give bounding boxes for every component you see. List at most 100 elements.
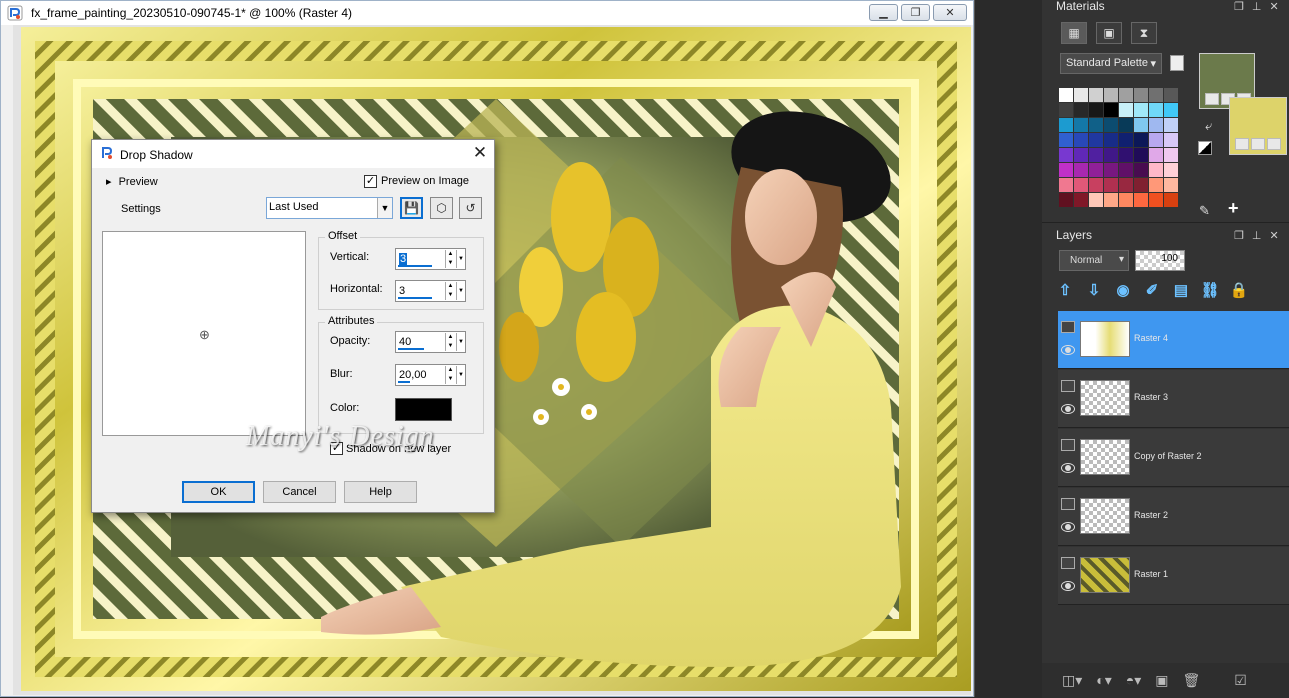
preview-toggle[interactable]: ▸ Preview [106,175,158,188]
new-adjustment-layer-icon[interactable]: ◐▾ [1096,672,1111,689]
dialog-titlebar[interactable]: Drop Shadow ✕ [92,140,494,168]
eye-icon[interactable] [1061,581,1075,591]
color-swatch-cell[interactable] [1074,193,1088,207]
spin-arrows-icon[interactable]: ▲ ▼ [445,366,455,384]
color-swatch-cell[interactable] [1104,133,1118,147]
ok-button[interactable]: OK [182,481,255,503]
color-swatch-cell[interactable] [1059,163,1073,177]
default-colors-icon[interactable] [1198,141,1212,155]
color-swatch-cell[interactable] [1119,118,1133,132]
close-icon[interactable]: ✕ [1269,0,1278,13]
color-swatch-cell[interactable] [1074,133,1088,147]
color-swatch-cell[interactable] [1134,88,1148,102]
rainbow-tab[interactable]: ▣ [1096,22,1122,44]
color-swatch-cell[interactable] [1059,133,1073,147]
color-swatch-cell[interactable] [1059,103,1073,117]
randomize-button[interactable]: ⬡ [430,197,453,219]
chevron-down-icon[interactable]: ▼ [456,250,465,268]
color-swatch-cell[interactable] [1089,178,1103,192]
color-swatch-cell[interactable] [1164,163,1178,177]
layer-row-copy-of-raster-2[interactable]: Copy of Raster 2 [1058,429,1289,487]
chevron-down-icon[interactable]: ▼ [456,333,465,351]
new-layer-icon[interactable]: ◫▾ [1062,672,1082,689]
color-swatch-cell[interactable] [1119,103,1133,117]
mask-layer-icon[interactable]: ◓▾ [1126,672,1141,689]
layer-row-raster-2[interactable]: Raster 2 [1058,488,1289,546]
color-swatch-cell[interactable] [1089,193,1103,207]
color-swatch-cell[interactable] [1134,118,1148,132]
color-swatch-cell[interactable] [1104,118,1118,132]
color-swatch-cell[interactable] [1149,133,1163,147]
color-swatch-cell[interactable] [1119,163,1133,177]
color-swatch-cell[interactable] [1164,178,1178,192]
color-swatch-cell[interactable] [1164,88,1178,102]
horizontal-spinner[interactable]: 3 ▲ ▼ ▼ [395,280,466,302]
spin-arrows-icon[interactable]: ▲ ▼ [445,250,455,268]
brush-icon[interactable]: ✐ [1143,281,1161,299]
delete-layer-icon[interactable]: 🗑 [1182,672,1200,689]
visibility-icon[interactable]: ◉ [1114,281,1132,299]
horizontal-value[interactable]: 3 [399,285,405,297]
layer-row-raster-4[interactable]: Raster 4 [1058,311,1289,369]
chevron-down-icon[interactable]: ▼ [456,282,465,300]
color-swatch-cell[interactable] [1119,88,1133,102]
opacity-slider-bar[interactable] [398,348,424,350]
color-swatch-cell[interactable] [1149,148,1163,162]
reset-button[interactable]: ↺ [459,197,482,219]
color-swatch-cell[interactable] [1119,133,1133,147]
add-swatch-icon[interactable]: + [1228,198,1239,219]
opacity-value[interactable]: 40 [399,336,411,348]
swap-colors-icon[interactable]: ⤶ [1205,118,1212,134]
color-swatch-cell[interactable] [1104,88,1118,102]
color-swatch-cell[interactable] [1149,178,1163,192]
cancel-button[interactable]: Cancel [263,481,336,503]
color-swatch-cell[interactable] [1119,148,1133,162]
layer-opacity-field[interactable]: 100 [1135,250,1185,271]
color-swatch-cell[interactable] [1149,193,1163,207]
color-swatch-cell[interactable] [1089,148,1103,162]
move-up-icon[interactable]: ⇧ [1056,281,1074,299]
color-swatch-cell[interactable] [1059,88,1073,102]
layer-properties-icon[interactable]: ☑ [1234,672,1247,689]
color-swatch-cell[interactable] [1059,118,1073,132]
color-swatch-cell[interactable] [1089,88,1103,102]
minimize-button[interactable]: ▁ [869,4,898,21]
layer-row-raster-1[interactable]: Raster 1 [1058,547,1289,605]
eyedropper-icon[interactable]: ✎ [1199,203,1210,219]
eye-icon[interactable] [1061,463,1075,473]
palette-dropdown[interactable]: Standard Palette ▾ [1060,53,1162,74]
blur-spinner[interactable]: 20,00 ▲ ▼ ▼ [395,364,466,386]
background-style-buttons[interactable] [1235,138,1281,150]
color-swatch-grid[interactable] [1059,88,1178,207]
close-dialog-button[interactable]: ✕ [470,144,490,164]
color-swatch-cell[interactable] [1104,178,1118,192]
color-swatch-cell[interactable] [1074,118,1088,132]
color-swatch-cell[interactable] [1119,178,1133,192]
palette-menu-icon[interactable] [1170,55,1184,71]
group-icon[interactable]: ▣ [1155,672,1168,689]
vertical-value[interactable]: 3 [399,253,408,265]
chevron-down-icon[interactable]: ▼ [456,366,465,384]
help-button[interactable]: Help [344,481,417,503]
preset-dropdown[interactable]: Last Used ▼ [266,197,393,219]
restore-button[interactable]: ❐ [901,4,930,21]
close-window-button[interactable]: ✕ [933,4,967,21]
color-swatch-cell[interactable] [1119,193,1133,207]
color-swatch-cell[interactable] [1104,103,1118,117]
color-swatch-cell[interactable] [1134,148,1148,162]
color-swatch-cell[interactable] [1134,163,1148,177]
mask-icon[interactable]: ▤ [1172,281,1190,299]
sliders-tab[interactable]: ⧗ [1131,22,1157,44]
color-swatch-cell[interactable] [1059,193,1073,207]
spin-arrows-icon[interactable]: ▲ ▼ [445,282,455,300]
color-swatch-cell[interactable] [1104,163,1118,177]
color-swatch-cell[interactable] [1164,103,1178,117]
color-swatch-cell[interactable] [1134,178,1148,192]
layer-row-raster-3[interactable]: Raster 3 [1058,370,1289,428]
color-swatch-cell[interactable] [1164,148,1178,162]
color-swatch-cell[interactable] [1074,88,1088,102]
color-swatch-cell[interactable] [1074,103,1088,117]
color-swatch-cell[interactable] [1164,193,1178,207]
color-swatch-cell[interactable] [1134,193,1148,207]
restore-icon[interactable]: ❐ [1234,229,1244,242]
